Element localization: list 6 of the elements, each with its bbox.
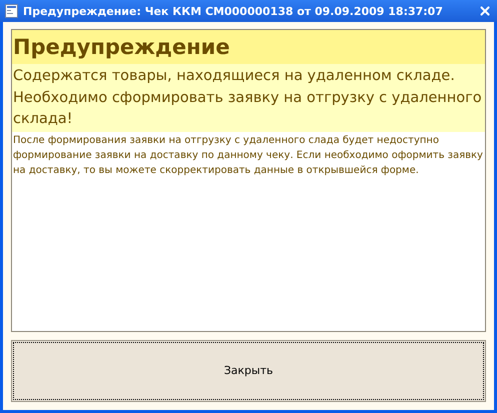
warning-text: Содержатся товары, находящиеся на удаленном складе.	[13, 67, 456, 86]
warning-text: Необходимо сформировать заявку на отгрузку с удаленного склада!	[13, 88, 483, 129]
window-title: Предупреждение: Чек ККМ СМ000000138 от 09.09.2009 18:37:07	[23, 6, 444, 16]
message-heading: Предупреждение	[13, 34, 231, 60]
note-text: После формирования заявки на отгрузку с удаленного слада будет недоступно формирование заявки на доставку по данному чеку. Если необходимо оформить заявку на доставку, то вы можете скорректировать данные в открывшейся форме.	[12, 134, 484, 178]
close-button[interactable]: Закрыть	[11, 340, 486, 402]
